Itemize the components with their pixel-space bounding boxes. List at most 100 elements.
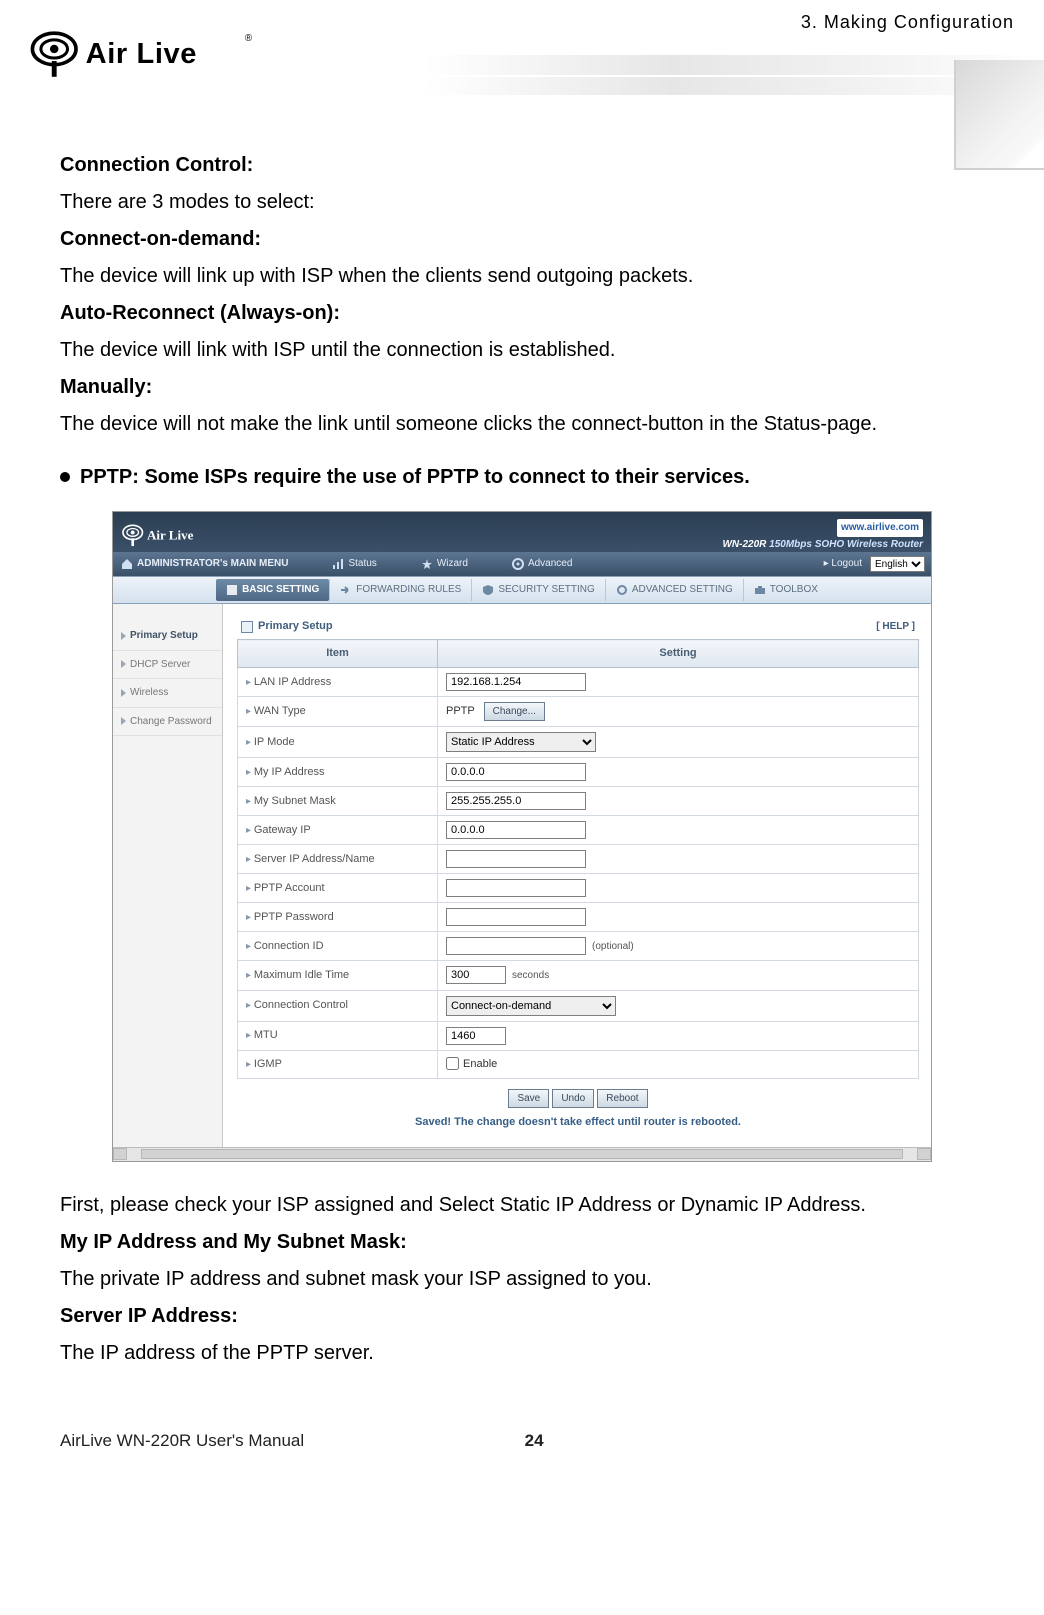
max-idle-input[interactable] [446,966,506,984]
tab-advanced-setting[interactable]: ADVANCED SETTING [605,579,743,601]
scroll-right-icon[interactable] [917,1148,931,1160]
nav-wizard-label: Wizard [437,556,468,572]
gateway-input[interactable] [446,821,586,839]
row-max-idle-label: Maximum Idle Time [238,961,438,990]
model-line: WN-220R 150Mbps SOHO Wireless Router [722,537,923,553]
my-mask-input[interactable] [446,792,586,810]
page-footer: AirLive WN-220R User's Manual 24 [0,1415,1044,1475]
security-icon [482,584,494,596]
airlive-logo-icon: Air Live ® [30,25,260,85]
wan-type-value: PPTP [446,705,475,717]
header-decoration [424,55,1044,95]
forwarding-icon [340,584,352,596]
para-server-ip: The IP address of the PPTP server. [60,1338,984,1369]
footer-title: AirLive WN-220R User's Manual [60,1431,304,1451]
url-badge: www.airlive.com [837,519,923,537]
sidebar-item-change-password[interactable]: Change Password [113,708,222,737]
row-ip-mode-label: IP Mode [238,727,438,758]
row-my-ip-label: My IP Address [238,758,438,787]
tab-tool-label: TOOLBOX [770,582,818,598]
reboot-button[interactable]: Reboot [597,1089,647,1108]
scroll-track[interactable] [141,1149,903,1159]
ip-mode-select[interactable]: Static IP Address [446,732,596,752]
para-auto: The device will link with ISP until the … [60,335,984,366]
heading-my-ip: My IP Address and My Subnet Mask: [60,1227,984,1258]
nav-wizard[interactable]: Wizard [399,556,490,572]
svg-text:®: ® [245,33,252,44]
row-lan-ip-label: LAN IP Address [238,668,438,697]
max-idle-suffix: seconds [512,970,549,981]
row-connection-control-label: Connection Control [238,990,438,1021]
row-mtu-label: MTU [238,1021,438,1050]
nav-advanced[interactable]: Advanced [490,556,594,572]
sidebar-item-dhcp-server[interactable]: DHCP Server [113,651,222,680]
th-setting: Setting [438,640,919,668]
change-wan-type-button[interactable]: Change... [484,702,545,721]
bullet-dot-icon [60,472,70,482]
pptp-password-input[interactable] [446,908,586,926]
igmp-enable-checkbox[interactable] [446,1057,459,1070]
tab-fwd-label: FORWARDING RULES [356,582,461,598]
lan-ip-input[interactable] [446,673,586,691]
nav-status[interactable]: Status [310,556,398,572]
config-table: Item Setting LAN IP Address WAN Type PPT… [237,639,919,1079]
nav-advanced-label: Advanced [528,556,572,572]
saved-note: Saved! The change doesn't take effect un… [237,1114,919,1131]
connection-id-input[interactable] [446,937,586,955]
my-ip-input[interactable] [446,763,586,781]
svg-text:Air Live: Air Live [147,528,194,543]
panel-title: Primary Setup [241,618,333,635]
sidebar-item-wireless[interactable]: Wireless [113,679,222,708]
heading-connect-on-demand: Connect-on-demand: [60,224,984,255]
pptp-account-input[interactable] [446,879,586,897]
nav-logout[interactable]: ▸ Logout [816,556,870,572]
shot-body: Primary Setup DHCP Server Wireless Chang… [113,604,931,1147]
igmp-cb-label: Enable [463,1058,497,1070]
para-first: First, please check your ISP assigned an… [60,1190,984,1221]
running-head: 3. Making Configuration [801,12,1014,33]
sidebar: Primary Setup DHCP Server Wireless Chang… [113,604,223,1147]
heading-auto-reconnect: Auto-Reconnect (Always-on): [60,298,984,329]
row-pptp-password-label: PPTP Password [238,903,438,932]
row-connection-id-label: Connection ID [238,932,438,961]
row-server-ip-label: Server IP Address/Name [238,845,438,874]
mtu-input[interactable] [446,1027,506,1045]
server-ip-input[interactable] [446,850,586,868]
airlive-logo-small-icon: Air Live [121,522,238,548]
para-manual: The device will not make the link until … [60,409,984,440]
router-screenshot: Air Live www.airlive.com WN-220R 150Mbps… [112,511,932,1162]
tab-toolbox[interactable]: TOOLBOX [743,579,828,601]
bullet-pptp: PPTP: Some ISPs require the use of PPTP … [60,462,984,493]
tab-forwarding-rules[interactable]: FORWARDING RULES [329,579,471,601]
content-area: Connection Control: There are 3 modes to… [0,100,1044,1415]
scroll-left-icon[interactable] [113,1148,127,1160]
tab-security-setting[interactable]: SECURITY SETTING [471,579,605,601]
gear-icon [616,584,628,596]
nav-status-label: Status [348,556,376,572]
shot-banner: Air Live www.airlive.com WN-220R 150Mbps… [113,512,931,552]
connection-id-suffix: (optional) [592,941,634,952]
action-row: Save Undo Reboot [237,1089,919,1108]
help-link[interactable]: [ HELP ] [876,619,915,635]
sidebar-item-primary-setup[interactable]: Primary Setup [113,622,222,651]
status-icon [332,558,344,570]
nav-admin-menu[interactable]: ADMINISTRATOR's MAIN MENU [119,556,310,572]
horizontal-scrollbar[interactable] [113,1147,931,1161]
tab-basic-setting[interactable]: BASIC SETTING [216,579,329,601]
main-panel: Primary Setup [ HELP ] Item Setting LAN … [223,604,931,1147]
language-select[interactable]: English [870,556,925,572]
nav-admin-label: ADMINISTRATOR's MAIN MENU [137,556,288,572]
page-corner-tab [954,60,1044,170]
th-item: Item [238,640,438,668]
shot-brand: Air Live [121,522,238,552]
para-cod: The device will link up with ISP when th… [60,261,984,292]
heading-connection-control: Connection Control: [60,150,984,181]
shot-banner-right: www.airlive.com WN-220R 150Mbps SOHO Wir… [722,519,923,552]
tab-sec-label: SECURITY SETTING [498,582,595,598]
undo-button[interactable]: Undo [552,1089,594,1108]
connection-control-select[interactable]: Connect-on-demand [446,996,616,1016]
row-igmp-label: IGMP [238,1050,438,1078]
bullet-pptp-text: PPTP: Some ISPs require the use of PPTP … [80,462,750,493]
secondary-nav: BASIC SETTING FORWARDING RULES SECURITY … [113,576,931,604]
save-button[interactable]: Save [508,1089,549,1108]
